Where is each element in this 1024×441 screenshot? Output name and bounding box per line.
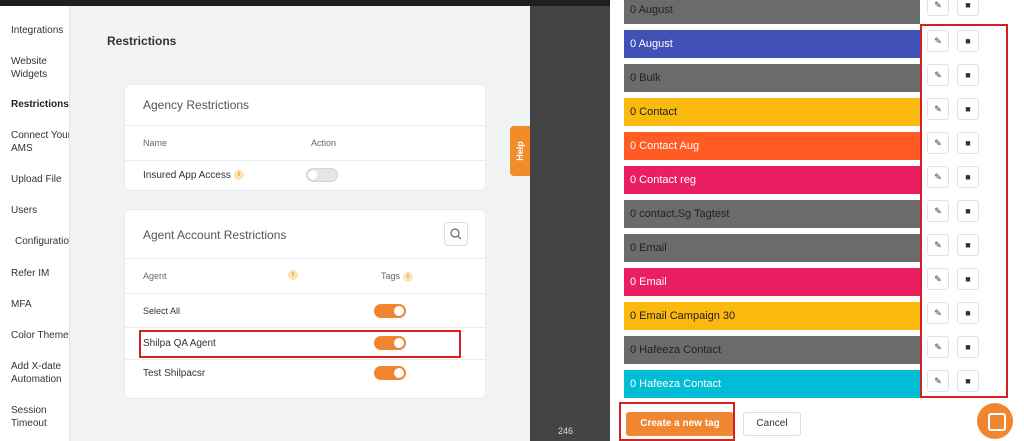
agent-account-restrictions-card: Agent Account Restrictions Agent i Tags i… [124, 209, 486, 399]
tag-item[interactable]: 0 Contact Aug [624, 132, 920, 160]
insured-app-access-toggle[interactable] [306, 168, 338, 182]
trash-icon: ■ [965, 0, 971, 10]
divider [125, 258, 485, 259]
divider [125, 359, 485, 360]
sidebar-item-refer-im[interactable]: Refer IM [11, 267, 69, 280]
col-header-tags: Tags i [381, 271, 414, 282]
tag-item[interactable]: 0 contact,Sg Tagtest [624, 200, 920, 228]
tag-item[interactable]: 0 Email [624, 234, 920, 262]
highlight-box [920, 24, 1008, 398]
help-tab[interactable]: Help [510, 126, 530, 176]
divider [125, 160, 485, 161]
main-content: Restrictions Agency Restrictions Name Ac… [70, 6, 530, 441]
sidebar-item-website-widgets[interactable]: Website Widgets [11, 55, 69, 81]
insured-app-access-label: Insured App Access [143, 170, 231, 181]
page-number: 246 [558, 426, 574, 436]
tag-item[interactable]: 0 Contact reg [624, 166, 920, 194]
info-icon[interactable]: i [233, 170, 244, 181]
sidebar-item-mfa[interactable]: MFA [11, 298, 69, 311]
info-icon[interactable]: i [403, 271, 414, 282]
col-header-action: Action [311, 138, 337, 148]
page-title: Restrictions [107, 34, 177, 48]
modal-overlay: 246 [530, 6, 610, 441]
divider [125, 327, 485, 328]
agency-restrictions-title: Agency Restrictions [143, 98, 250, 112]
sidebar-item-color-theme[interactable]: Color Theme [11, 329, 69, 342]
search-icon [450, 228, 462, 240]
tag-item[interactable]: 0 Bulk [624, 64, 920, 92]
search-button[interactable] [444, 222, 468, 246]
tag-item[interactable]: 0 Contact [624, 98, 920, 126]
tag-item[interactable]: 0 August [624, 30, 920, 58]
sidebar-item-upload-file[interactable]: Upload File [11, 173, 69, 186]
col-header-tags-label: Tags [381, 271, 401, 281]
cancel-button[interactable]: Cancel [743, 412, 801, 436]
sidebar-item-session-timeout[interactable]: Session Timeout [11, 404, 69, 430]
select-all-toggle[interactable] [374, 304, 406, 318]
col-header-agent: Agent [143, 271, 167, 281]
delete-tag-button[interactable]: ■ [957, 0, 979, 16]
sidebar-item-xdate-automation[interactable]: Add X-date Automation [11, 360, 69, 386]
tag-item[interactable]: 0 Email [624, 268, 920, 296]
sidebar-item-restrictions[interactable]: Restrictions [0, 92, 69, 118]
help-label: Help [515, 141, 525, 161]
select-all-label: Select All [143, 306, 181, 316]
sidebar-item-configuration[interactable]: Configuration [15, 235, 69, 248]
divider [125, 293, 485, 294]
info-icon[interactable]: i [288, 270, 298, 280]
settings-sidebar: Integrations Website Widgets Restriction… [0, 6, 70, 441]
tag-item[interactable]: 0 Email Campaign 30 [624, 302, 920, 330]
sidebar-item-users[interactable]: Users [11, 204, 69, 217]
tag-item[interactable]: 0 Hafeeza Contact [624, 370, 920, 398]
edit-tag-button[interactable]: ✎ [927, 0, 949, 16]
agency-restrictions-card: Agency Restrictions Name Action Insured … [124, 84, 486, 191]
highlight-box [619, 402, 735, 441]
sidebar-item-integrations[interactable]: Integrations [11, 24, 69, 37]
chat-icon[interactable] [977, 403, 1013, 439]
col-header-name: Name [143, 138, 168, 148]
highlight-box [139, 330, 461, 358]
sidebar-item-connect-ams[interactable]: Connect Your AMS [11, 129, 69, 155]
pencil-icon: ✎ [934, 0, 942, 10]
divider [125, 125, 485, 126]
agent-tags-toggle[interactable] [374, 366, 406, 380]
agent-restrictions-title: Agent Account Restrictions [143, 228, 287, 242]
tag-item[interactable]: 0 Hafeeza Contact [624, 336, 920, 364]
agent-name: Test Shilpacsr [143, 368, 206, 379]
insured-app-access-row: Insured App Access i [143, 170, 244, 181]
tag-item[interactable]: 0 August [624, 0, 920, 24]
